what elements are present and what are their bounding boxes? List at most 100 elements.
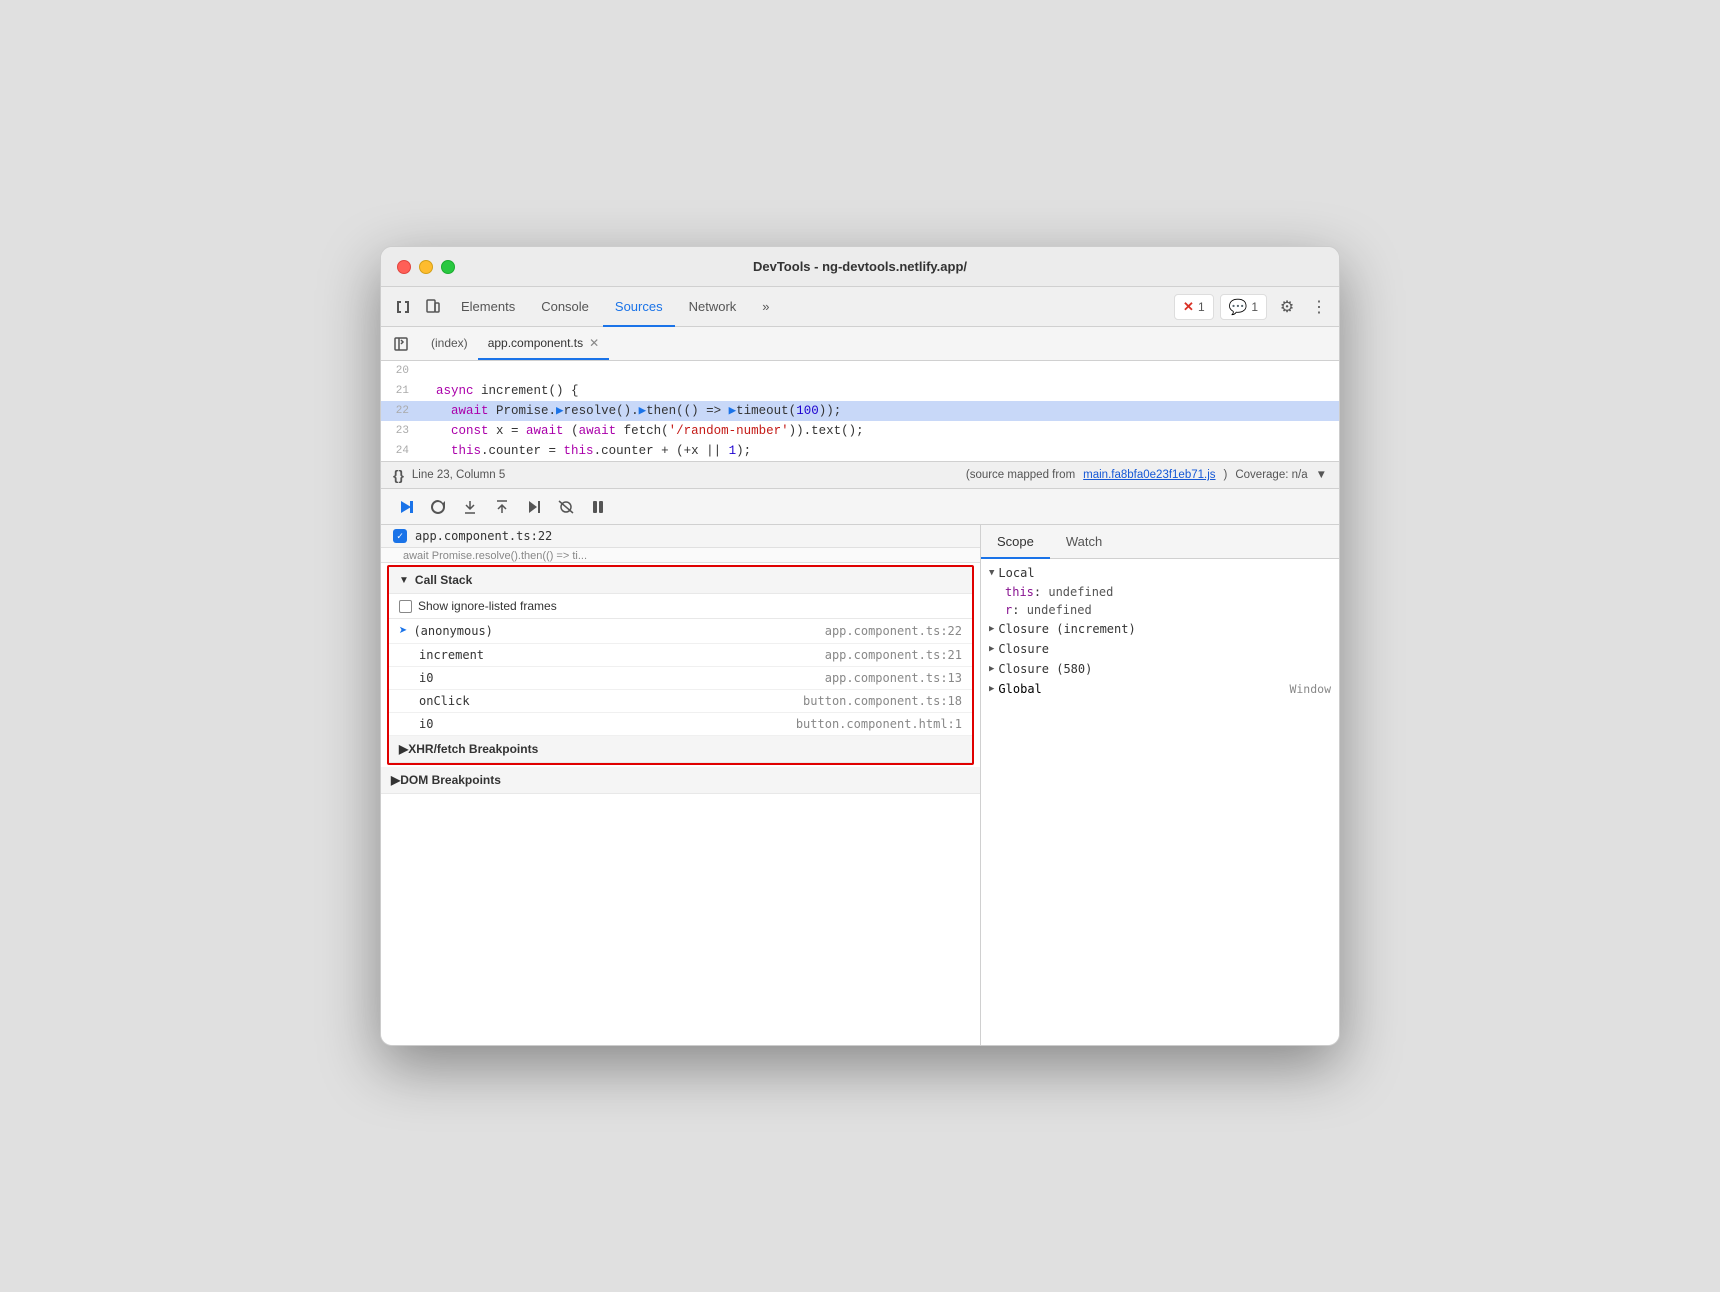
settings-button[interactable]: ⚙ xyxy=(1273,293,1301,321)
xhr-breakpoints-header[interactable]: ▶ XHR/fetch Breakpoints xyxy=(389,736,972,763)
scope-group-global-header[interactable]: ▶ Global Window xyxy=(981,679,1339,699)
resume-button[interactable] xyxy=(393,494,419,520)
frame-loc-2: app.component.ts:13 xyxy=(825,671,962,685)
frame-name-0: (anonymous) xyxy=(413,624,824,638)
code-line-23: 23 const x = await (await fetch('/random… xyxy=(381,421,1339,441)
filetab-close-icon[interactable]: ✕ xyxy=(589,336,599,350)
frame-loc-1: app.component.ts:21 xyxy=(825,648,962,662)
scope-group-closure-580-header[interactable]: ▶ Closure (580) xyxy=(981,659,1339,679)
xhr-label: XHR/fetch Breakpoints xyxy=(408,742,538,756)
stack-frame-increment[interactable]: increment app.component.ts:21 xyxy=(389,644,972,667)
scope-group-local[interactable]: ▼ Local this: undefined r: undefined xyxy=(981,563,1339,619)
step-button[interactable] xyxy=(521,494,547,520)
frame-loc-3: button.component.ts:18 xyxy=(803,694,962,708)
code-line-22: 22 await Promise.▶resolve().▶then(() => … xyxy=(381,401,1339,421)
breakpoint-item: app.component.ts:22 await Promise.resolv… xyxy=(381,525,980,563)
cursor-position: Line 23, Column 5 xyxy=(412,469,505,481)
scope-group-global[interactable]: ▶ Global Window xyxy=(981,679,1339,699)
device-icon[interactable] xyxy=(419,293,447,321)
ignore-frames-row[interactable]: Show ignore-listed frames xyxy=(389,594,972,619)
scope-group-closure-increment-header[interactable]: ▶ Closure (increment) xyxy=(981,619,1339,639)
tab-console[interactable]: Console xyxy=(529,288,601,327)
dom-breakpoints-header[interactable]: ▶ DOM Breakpoints xyxy=(381,767,980,794)
mute-breakpoints-button[interactable] xyxy=(553,494,579,520)
pause-on-exceptions-button[interactable] xyxy=(585,494,611,520)
tab-network[interactable]: Network xyxy=(677,288,749,327)
format-icon[interactable]: {} xyxy=(393,467,404,483)
main-tabbar: Elements Console Sources Network » ✕ 1 💬… xyxy=(381,287,1339,327)
frame-name-3: onClick xyxy=(399,694,803,708)
file-tabbar: (index) app.component.ts ✕ xyxy=(381,327,1339,361)
code-editor: 20 21 async increment() { 22 await Promi… xyxy=(381,361,1339,461)
closure-increment-triangle: ▶ xyxy=(989,624,994,634)
tab-elements[interactable]: Elements xyxy=(449,288,527,327)
debug-toolbar xyxy=(381,489,1339,525)
frame-name-2: i0 xyxy=(399,671,825,685)
source-map-link[interactable]: main.fa8bfa0e23f1eb71.js xyxy=(1083,469,1215,481)
tab-actions: ✕ 1 💬 1 ⚙ ⋮ xyxy=(1174,293,1331,321)
close-button[interactable] xyxy=(397,260,411,274)
step-into-button[interactable] xyxy=(457,494,483,520)
window-label: Window xyxy=(1289,682,1331,696)
call-stack-header[interactable]: ▼ Call Stack xyxy=(389,567,972,594)
frame-loc-4: button.component.html:1 xyxy=(796,717,962,731)
tab-sources[interactable]: Sources xyxy=(603,288,675,327)
left-panel: app.component.ts:22 await Promise.resolv… xyxy=(381,525,981,1045)
scope-tab-watch[interactable]: Watch xyxy=(1050,525,1118,559)
scope-tabbar: Scope Watch xyxy=(981,525,1339,559)
tab-more[interactable]: » xyxy=(750,288,781,327)
inspect-icon[interactable] xyxy=(389,293,417,321)
scope-tab-scope[interactable]: Scope xyxy=(981,525,1050,559)
breakpoint-checkbox[interactable] xyxy=(393,529,407,543)
minimize-button[interactable] xyxy=(419,260,433,274)
error-count: 1 xyxy=(1198,300,1205,314)
window-title: DevTools - ng-devtools.netlify.app/ xyxy=(753,259,967,274)
xhr-triangle: ▶ xyxy=(399,742,408,756)
current-frame-arrow: ➤ xyxy=(399,623,407,639)
scope-global-label: Global xyxy=(998,682,1041,696)
local-triangle: ▼ xyxy=(989,568,994,578)
source-map-label: (source mapped from xyxy=(966,469,1075,481)
frame-loc-0: app.component.ts:22 xyxy=(825,624,962,638)
scope-local-label: Local xyxy=(998,566,1034,580)
closure-580-triangle: ▶ xyxy=(989,664,994,674)
statusbar: {} Line 23, Column 5 (source mapped from… xyxy=(381,461,1339,489)
call-stack-triangle: ▼ xyxy=(399,575,409,586)
more-button[interactable]: ⋮ xyxy=(1307,293,1331,321)
step-out-button[interactable] xyxy=(489,494,515,520)
maximize-button[interactable] xyxy=(441,260,455,274)
scope-group-closure-580[interactable]: ▶ Closure (580) xyxy=(981,659,1339,679)
global-triangle: ▶ xyxy=(989,684,994,694)
scope-group-local-header[interactable]: ▼ Local xyxy=(981,563,1339,583)
ignore-frames-label: Show ignore-listed frames xyxy=(418,599,557,613)
breakpoint-row[interactable]: app.component.ts:22 xyxy=(381,525,980,548)
devtools-window: DevTools - ng-devtools.netlify.app/ Elem… xyxy=(380,246,1340,1046)
error-icon: ✕ xyxy=(1183,299,1194,315)
breakpoint-name: app.component.ts:22 xyxy=(415,529,552,543)
stack-frame-onclick[interactable]: onClick button.component.ts:18 xyxy=(389,690,972,713)
window-controls xyxy=(397,260,455,274)
scope-content: ▼ Local this: undefined r: undefined ▶ C… xyxy=(981,559,1339,1045)
panel-toggle-icon[interactable] xyxy=(389,332,413,356)
right-panel: Scope Watch ▼ Local this: undefined xyxy=(981,525,1339,1045)
message-count: 1 xyxy=(1251,300,1258,314)
code-line-24: 24 this.counter = this.counter + (+x || … xyxy=(381,441,1339,461)
scope-closure-580-label: Closure (580) xyxy=(998,662,1092,676)
stack-frame-anonymous[interactable]: ➤ (anonymous) app.component.ts:22 xyxy=(389,619,972,644)
ignore-frames-checkbox[interactable] xyxy=(399,600,412,613)
error-badge[interactable]: ✕ 1 xyxy=(1174,294,1214,320)
filetab-index[interactable]: (index) xyxy=(421,327,478,360)
call-stack-highlighted-section: ▼ Call Stack Show ignore-listed frames ➤… xyxy=(387,565,974,765)
scope-group-closure[interactable]: ▶ Closure xyxy=(981,639,1339,659)
stack-frame-i0-1[interactable]: i0 app.component.ts:13 xyxy=(389,667,972,690)
filetab-app-component[interactable]: app.component.ts ✕ xyxy=(478,327,609,360)
scope-closure-label: Closure xyxy=(998,642,1049,656)
expand-button[interactable]: ▼ xyxy=(1316,469,1327,481)
call-stack-label: Call Stack xyxy=(415,573,472,587)
scope-group-closure-header[interactable]: ▶ Closure xyxy=(981,639,1339,659)
scope-group-closure-increment[interactable]: ▶ Closure (increment) xyxy=(981,619,1339,639)
message-badge[interactable]: 💬 1 xyxy=(1220,294,1267,320)
stack-frame-i0-2[interactable]: i0 button.component.html:1 xyxy=(389,713,972,736)
dom-label: DOM Breakpoints xyxy=(400,773,501,787)
step-over-button[interactable] xyxy=(425,494,451,520)
